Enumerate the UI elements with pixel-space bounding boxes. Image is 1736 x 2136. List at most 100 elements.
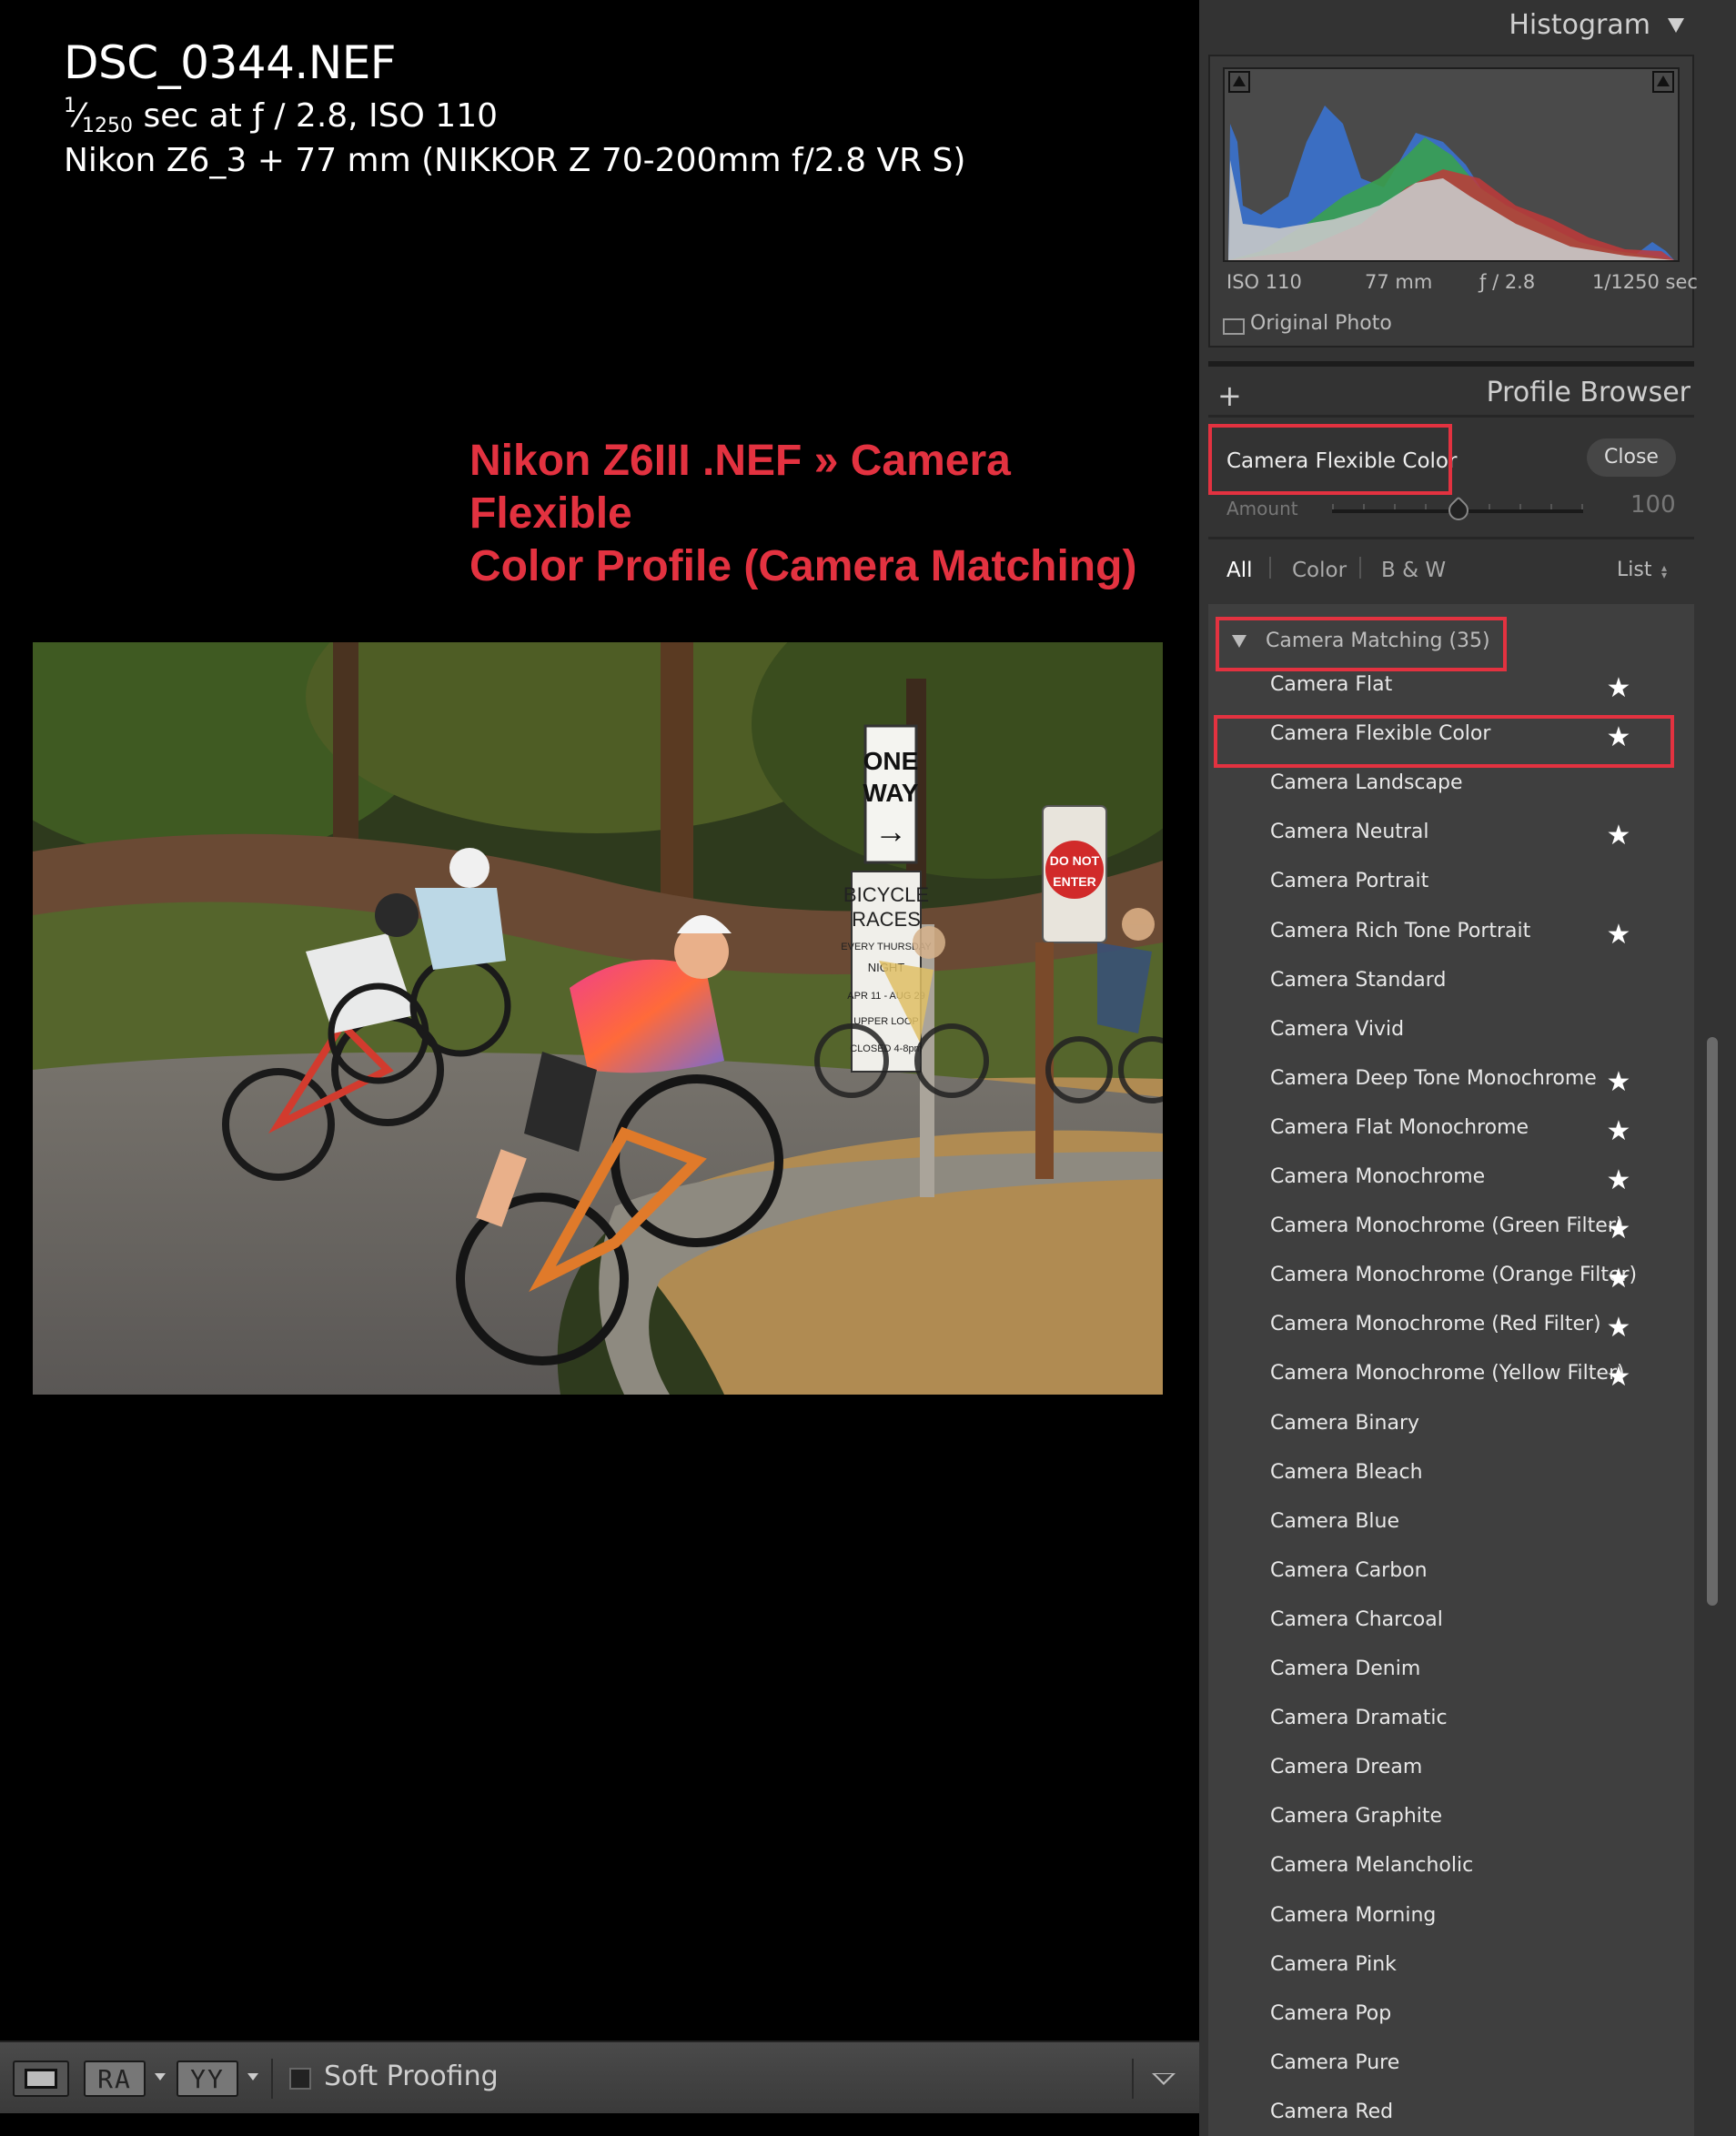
favorite-star-icon[interactable]: ★ xyxy=(1605,1315,1632,1342)
loupe-view-icon xyxy=(25,2069,57,2089)
histogram-focal: 77 mm xyxy=(1365,271,1433,293)
loupe-view: DSC_0344.NEF 1⁄1250 sec at ƒ / 2.8, ISO … xyxy=(0,0,1199,2136)
histogram-title[interactable]: Histogram xyxy=(1509,9,1650,41)
profile-browser-title: Profile Browser xyxy=(1486,377,1691,408)
view-mode-select[interactable]: List xyxy=(1617,559,1651,581)
highlight-selected-profile xyxy=(1214,715,1674,768)
favorite-star-icon[interactable]: ★ xyxy=(1605,822,1632,850)
annotation-line-1: Nikon Z6III .NEF » Camera Flexible xyxy=(469,437,1011,538)
profile-item[interactable]: Camera Pink xyxy=(1270,1953,1634,1976)
favorite-star-icon[interactable]: ★ xyxy=(1605,1069,1632,1096)
exposure-info: 1⁄1250 sec at ƒ / 2.8, ISO 110 xyxy=(64,95,499,137)
toolbar-divider xyxy=(271,2059,273,2099)
profile-item[interactable]: Camera Red xyxy=(1270,2101,1634,2123)
favorite-star-icon[interactable]: ★ xyxy=(1605,1265,1632,1293)
profile-item[interactable]: Camera Flat xyxy=(1270,673,1634,696)
shadow-clipping-icon[interactable] xyxy=(1228,71,1250,93)
profile-item[interactable]: Camera Monochrome (Orange Filter) xyxy=(1270,1264,1637,1286)
panel-divider xyxy=(1208,361,1694,367)
profile-item[interactable]: Camera Binary xyxy=(1270,1412,1634,1435)
filter-bw[interactable]: B & W xyxy=(1381,559,1446,582)
select-arrows-icon[interactable]: ▴ ▾ xyxy=(1661,562,1667,580)
profile-item[interactable]: Camera Dream xyxy=(1270,1756,1634,1778)
profile-item[interactable]: Camera Vivid xyxy=(1270,1018,1634,1041)
profile-item[interactable]: Camera Melancholic xyxy=(1270,1854,1634,1877)
toolbar-menu-icon[interactable] xyxy=(1152,2073,1176,2085)
highlight-group xyxy=(1216,617,1507,671)
original-photo-label[interactable]: Original Photo xyxy=(1250,312,1392,335)
profile-item[interactable]: Camera Monochrome (Green Filter) xyxy=(1270,1214,1634,1237)
panel-divider xyxy=(1208,415,1694,418)
favorite-star-icon[interactable]: ★ xyxy=(1605,1118,1632,1145)
chevron-down-icon[interactable] xyxy=(155,2073,166,2081)
filter-separator xyxy=(1269,557,1271,579)
profile-item[interactable]: Camera Bleach xyxy=(1270,1461,1634,1484)
histogram-graph[interactable] xyxy=(1223,67,1680,262)
favorite-star-icon[interactable]: ★ xyxy=(1605,1364,1632,1391)
amount-label: Amount xyxy=(1226,498,1298,519)
exposure-rest: sec at ƒ / 2.8, ISO 110 xyxy=(133,97,499,135)
profile-item[interactable]: Camera Denim xyxy=(1270,1657,1634,1680)
profile-item[interactable]: Camera Monochrome (Yellow Filter) xyxy=(1270,1362,1634,1385)
highlight-clipping-icon[interactable] xyxy=(1652,71,1674,93)
profile-item[interactable]: Camera Standard xyxy=(1270,969,1634,992)
before-after-left-right-button[interactable]: RA xyxy=(84,2060,146,2097)
main-photo[interactable]: ONE WAY → BICYCLE RACES EVERY THURSDAY N… xyxy=(33,642,1163,1395)
profile-item[interactable]: Camera Landscape xyxy=(1270,771,1634,794)
sign-races: RACES xyxy=(852,908,921,931)
panel-divider xyxy=(1208,537,1694,539)
profile-item[interactable]: Camera Carbon xyxy=(1270,1559,1634,1582)
shutter-numerator: 1 xyxy=(64,95,76,117)
profile-item[interactable]: Camera Blue xyxy=(1270,1510,1634,1533)
profile-item[interactable]: Camera Dramatic xyxy=(1270,1707,1634,1729)
profile-item[interactable]: Camera Monochrome (Red Filter) xyxy=(1270,1313,1634,1335)
before-after-top-bottom-button[interactable]: YY xyxy=(177,2060,238,2097)
panel-scrollbar[interactable] xyxy=(1707,1037,1718,1606)
collapse-triangle-icon[interactable] xyxy=(1668,18,1684,33)
close-button[interactable]: Close xyxy=(1587,438,1676,477)
profile-item[interactable]: Camera Rich Tone Portrait xyxy=(1270,920,1634,942)
favorite-star-icon[interactable]: ★ xyxy=(1605,1167,1632,1194)
profile-item[interactable]: Camera Pop xyxy=(1270,2002,1634,2025)
sign-way: WAY xyxy=(863,779,919,807)
profile-item[interactable]: Camera Portrait xyxy=(1270,870,1634,892)
bottom-toolbar: RA YY Soft Proofing xyxy=(0,2040,1199,2113)
profile-item[interactable]: Camera Neutral xyxy=(1270,821,1634,843)
profile-item[interactable]: Camera Deep Tone Monochrome xyxy=(1270,1067,1634,1090)
filter-separator xyxy=(1359,557,1361,579)
histogram-iso: ISO 110 xyxy=(1226,271,1302,293)
chevron-down-icon[interactable] xyxy=(247,2073,258,2081)
histogram-shutter: 1/1250 sec xyxy=(1592,271,1698,293)
profile-item[interactable]: Camera Graphite xyxy=(1270,1805,1634,1828)
photo-filename: DSC_0344.NEF xyxy=(64,36,397,89)
sign-one: ONE xyxy=(863,747,919,775)
profile-item[interactable]: Camera Morning xyxy=(1270,1904,1634,1927)
sign-bicycle: BICYCLE xyxy=(843,883,929,906)
profile-item[interactable]: Camera Pure xyxy=(1270,2051,1634,2074)
sign-enter: ENTER xyxy=(1053,874,1095,889)
camera-lens-info: Nikon Z6_3 + 77 mm (NIKKOR Z 70-200mm f/… xyxy=(64,142,966,179)
filter-all[interactable]: All xyxy=(1226,559,1253,582)
favorite-star-icon[interactable]: ★ xyxy=(1605,1216,1632,1244)
soft-proofing-checkbox[interactable] xyxy=(289,2068,311,2090)
profile-item[interactable]: Camera Monochrome xyxy=(1270,1165,1634,1188)
profile-item[interactable]: Camera Charcoal xyxy=(1270,1608,1634,1631)
original-photo-checkbox[interactable] xyxy=(1223,318,1245,335)
annotation-text: Nikon Z6III .NEF » Camera Flexible Color… xyxy=(469,435,1170,593)
histogram-aperture: ƒ / 2.8 xyxy=(1479,271,1536,293)
highlight-current-profile xyxy=(1208,424,1452,495)
profile-item[interactable]: Camera Flat Monochrome xyxy=(1270,1116,1634,1139)
svg-text:→: → xyxy=(874,812,907,850)
favorite-star-icon[interactable]: ★ xyxy=(1605,922,1632,949)
loupe-view-button[interactable] xyxy=(13,2060,69,2097)
photo-illustration: ONE WAY → BICYCLE RACES EVERY THURSDAY N… xyxy=(33,642,1163,1395)
amount-value[interactable]: 100 xyxy=(1630,491,1676,519)
histogram-plot xyxy=(1228,106,1674,260)
soft-proofing-label[interactable]: Soft Proofing xyxy=(324,2060,499,2092)
filter-color[interactable]: Color xyxy=(1292,559,1347,582)
annotation-line-2: Color Profile (Camera Matching) xyxy=(469,542,1137,590)
shutter-denominator: 1250 xyxy=(82,115,134,137)
add-profile-icon[interactable]: + xyxy=(1217,378,1242,413)
toolbar-divider xyxy=(1132,2059,1134,2099)
favorite-star-icon[interactable]: ★ xyxy=(1605,675,1632,702)
